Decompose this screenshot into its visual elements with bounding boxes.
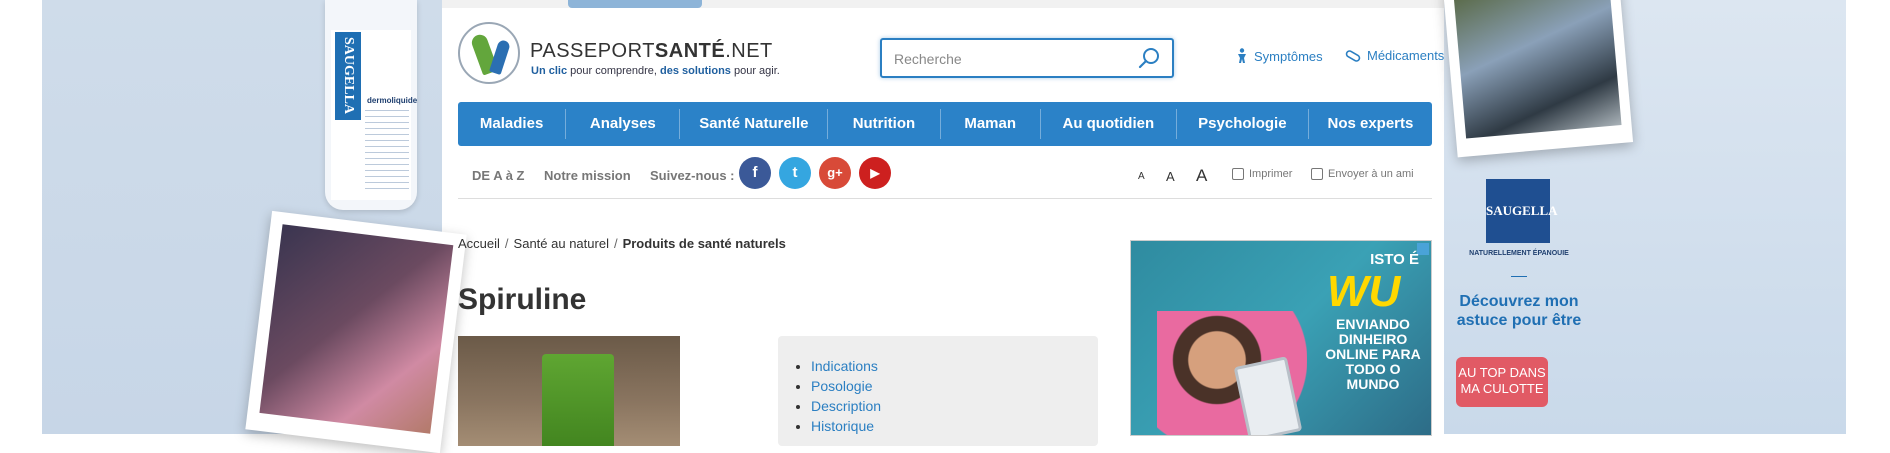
page-title: Spiruline — [458, 283, 587, 316]
google-plus-icon[interactable]: g+ — [819, 157, 851, 189]
breadcrumb-accueil[interactable]: Accueil — [458, 236, 500, 251]
left-ad-product: dermoliquide — [367, 96, 417, 105]
medicaments-label: Médicaments — [1367, 48, 1445, 63]
right-ad-divider — [1511, 276, 1527, 277]
symptomes-label: Symptômes — [1254, 48, 1323, 64]
right-ad-tagline: NATURELLEMENT ÉPANOUIE — [1469, 250, 1569, 257]
send-to-friend-label: Envoyer à un ami — [1328, 168, 1414, 180]
ad-logo: WU — [1327, 267, 1401, 316]
nav-item-maman[interactable]: Maman — [941, 109, 1041, 139]
subnav-notre-mission[interactable]: Notre mission — [544, 168, 631, 183]
tagline-part: pour agir. — [730, 65, 780, 77]
logo-text-bold: SANTÉ — [654, 40, 726, 62]
pill-icon — [1345, 49, 1361, 62]
left-ad-photo[interactable] — [245, 210, 467, 453]
print-link[interactable]: Imprimer — [1232, 168, 1292, 180]
search-box — [880, 38, 1174, 78]
ad-copy: ENVIANDO DINHEIRO ONLINE PARA TODO O MUN… — [1325, 316, 1421, 392]
toc-item-posologie[interactable]: Posologie — [811, 376, 1098, 396]
envelope-icon — [1311, 168, 1323, 180]
logo-text-light: PASSEPORT — [530, 40, 655, 62]
top-tab[interactable] — [568, 0, 702, 8]
toc-item-historique[interactable]: Historique — [811, 416, 1098, 436]
toc-item-indications[interactable]: Indications — [811, 356, 1098, 376]
left-ad-brand: SAUGELLA — [335, 32, 361, 120]
main-nav: Maladies Analyses Santé Naturelle Nutrit… — [458, 102, 1432, 146]
person-icon — [1238, 48, 1246, 63]
toc-item-description[interactable]: Description — [811, 396, 1098, 416]
right-ad-photo-image — [1453, 0, 1622, 139]
subnav-de-a-a-z[interactable]: DE A à Z — [472, 168, 525, 183]
logo-tagline: Un clic pour comprendre, des solutions p… — [531, 65, 780, 77]
right-ad-cta-button[interactable]: AU TOP DANS MA CULOTTE — [1456, 357, 1548, 407]
breadcrumb: Accueil / Santé au naturel / Produits de san… — [458, 236, 786, 251]
font-size-medium[interactable]: A — [1166, 169, 1175, 184]
breadcrumb-current: Produits de santé naturels — [622, 236, 786, 251]
right-ad-brand[interactable]: SAUGELLA — [1486, 179, 1558, 243]
search-input[interactable] — [892, 48, 1136, 70]
nav-item-analyses[interactable]: Analyses — [566, 109, 681, 139]
tagline-part: des solutions — [660, 65, 731, 77]
tagline-part: pour comprendre, — [567, 65, 661, 77]
left-ad-bottle[interactable]: SAUGELLA dermoliquide — [325, 0, 417, 210]
left-ad-photo-image — [259, 224, 454, 434]
search-icon[interactable] — [1137, 46, 1161, 70]
nav-item-maladies[interactable]: Maladies — [458, 109, 567, 139]
breadcrumb-sante-au-naturel[interactable]: Santé au naturel — [514, 236, 609, 251]
youtube-icon[interactable]: ▶ — [859, 157, 891, 189]
sub-nav: DE A à Z Notre mission Suivez-nous : f t… — [458, 156, 1432, 199]
right-ad-photo[interactable] — [1442, 0, 1634, 158]
facebook-icon[interactable]: f — [739, 157, 771, 189]
article-image — [458, 336, 680, 446]
logo-text[interactable]: PASSEPORTSANTÉ.NET — [530, 40, 773, 63]
twitter-icon[interactable]: t — [779, 157, 811, 189]
send-to-friend-link[interactable]: Envoyer à un ami — [1311, 168, 1414, 180]
follow-label: Suivez-nous : — [650, 168, 735, 183]
medicaments-link[interactable]: Médicaments — [1345, 48, 1444, 63]
tagline-part: Un clic — [531, 65, 568, 77]
spirulina-glass — [542, 354, 614, 446]
nav-item-psychologie[interactable]: Psychologie — [1177, 109, 1309, 139]
nav-item-au-quotidien[interactable]: Au quotidien — [1041, 109, 1177, 139]
right-ad-copy: Découvrez mon astuce pour être — [1456, 293, 1582, 329]
print-label: Imprimer — [1249, 168, 1293, 180]
sidebar-ad[interactable]: ISTO É WU ENVIANDO DINHEIRO ONLINE PARA … — [1130, 240, 1432, 436]
symptomes-link[interactable]: Symptômes — [1236, 48, 1323, 64]
nav-item-sante-naturelle[interactable]: Santé Naturelle — [680, 109, 829, 139]
logo-text-suffix: .NET — [725, 40, 773, 62]
printer-icon — [1232, 168, 1244, 180]
font-size-small[interactable]: A — [1138, 171, 1145, 182]
nav-item-nos-experts[interactable]: Nos experts — [1309, 109, 1432, 139]
table-of-contents: Indications Posologie Description Histor… — [778, 336, 1098, 446]
nav-item-nutrition[interactable]: Nutrition — [828, 109, 941, 139]
bottle-fine-print — [365, 110, 409, 190]
font-size-large[interactable]: A — [1196, 166, 1207, 186]
ad-headline: ISTO É — [1370, 251, 1419, 268]
